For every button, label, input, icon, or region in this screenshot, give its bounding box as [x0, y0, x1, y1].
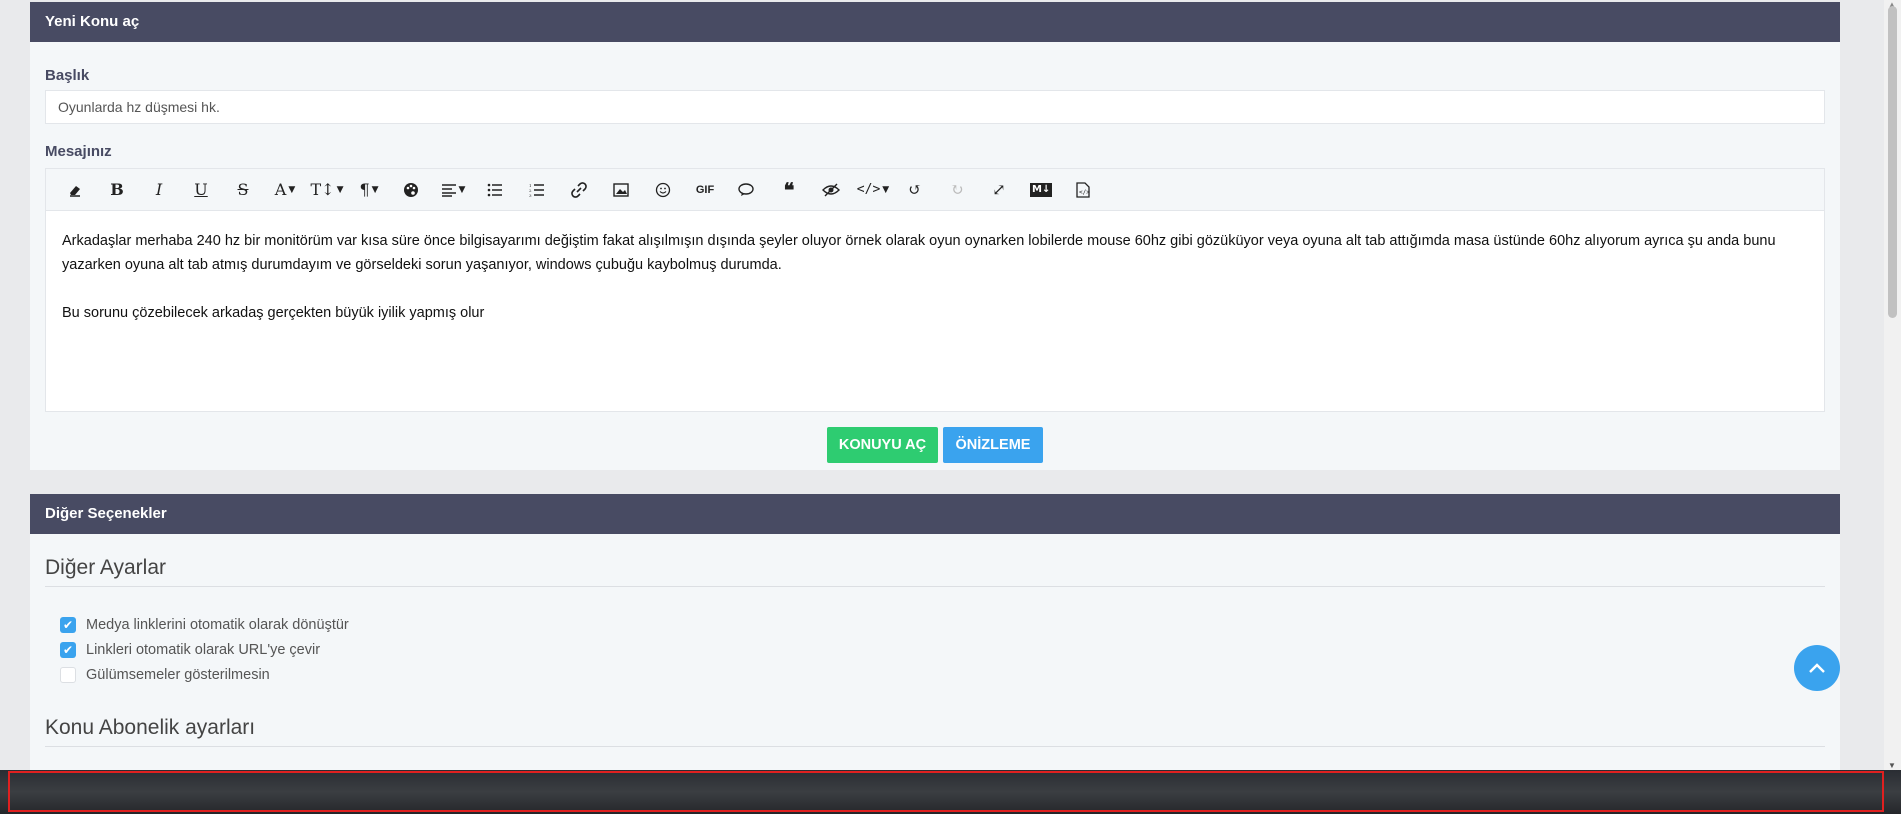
editor-toolbar: B I U S A ▼ T↕ ▼ ¶ ▼ ▼ 123 GIF ❝ </> ▼ ↺… [46, 169, 1824, 211]
numbered-list-icon[interactable]: 123 [516, 175, 558, 205]
new-topic-panel: Yeni Konu aç Başlık Mesajınız B I U S A▼… [30, 2, 1840, 470]
image-icon[interactable] [600, 175, 642, 205]
checkbox-label: Gülümsemeler gösterilmesin [86, 667, 270, 683]
other-options-panel: Diğer Seçenekler Diğer Ayarlar ✔ Medya l… [30, 494, 1840, 770]
submit-topic-button[interactable]: KONUYU AÇ [827, 427, 938, 463]
check-icon[interactable]: ✔ [60, 642, 76, 658]
palette-icon[interactable] [390, 175, 432, 205]
subscription-settings-title: Konu Abonelik ayarları [45, 716, 1825, 747]
page-scrollbar[interactable]: ▲ ▼ [1884, 0, 1901, 770]
scrollbar-thumb[interactable] [1888, 6, 1897, 318]
title-input[interactable] [45, 90, 1825, 124]
gif-icon[interactable]: GIF [684, 175, 726, 205]
message-paragraph: Bu sorunu çözebilecek arkadaş gerçekten … [62, 305, 485, 321]
underline-icon[interactable]: U [180, 175, 222, 205]
checkbox-label: Medya linklerini otomatik olarak dönüştü… [86, 617, 349, 633]
blockquote-icon[interactable]: ❝ [768, 175, 810, 205]
message-editor[interactable]: B I U S A ▼ T↕ ▼ ¶ ▼ ▼ 123 GIF ❝ </> ▼ ↺… [45, 168, 1825, 412]
check-icon[interactable]: ✔ [60, 617, 76, 633]
undo-icon[interactable]: ↺ [894, 175, 936, 205]
fullscreen-icon[interactable]: ⤢ [978, 175, 1020, 205]
message-label: Mesajınız [45, 143, 112, 160]
bold-icon[interactable]: B [96, 175, 138, 205]
svg-text:3: 3 [529, 193, 532, 197]
italic-icon[interactable]: I [138, 175, 180, 205]
preview-button[interactable]: ÖNİZLEME [943, 427, 1043, 463]
eraser-icon[interactable] [54, 175, 96, 205]
strikethrough-icon[interactable]: S [222, 175, 264, 205]
source-icon[interactable]: </> [1062, 175, 1104, 205]
scroll-to-top-button[interactable] [1794, 645, 1840, 691]
checkbox-disable-smilies[interactable]: Gülümsemeler gösterilmesin [60, 667, 270, 683]
editor-content[interactable]: Arkadaşlar merhaba 240 hz bir monitörüm … [46, 211, 1824, 343]
code-icon[interactable]: </> ▼ [852, 175, 894, 205]
other-settings-title: Diğer Ayarlar [45, 556, 1825, 587]
chevron-up-icon [1809, 663, 1825, 673]
emoji-icon[interactable] [642, 175, 684, 205]
font-icon[interactable]: A ▼ [264, 175, 306, 205]
scroll-down-arrow-icon[interactable]: ▼ [1888, 761, 1896, 770]
checkbox-box[interactable] [60, 667, 76, 683]
bullet-list-icon[interactable] [474, 175, 516, 205]
redo-icon[interactable]: ↻ [936, 175, 978, 205]
checkbox-media-links[interactable]: ✔ Medya linklerini otomatik olarak dönüş… [60, 617, 349, 633]
other-options-header: Diğer Seçenekler [30, 494, 1840, 534]
message-paragraph: Arkadaşlar merhaba 240 hz bir monitörüm … [62, 233, 1776, 273]
svg-text:</>: </> [1079, 189, 1090, 196]
markdown-icon[interactable]: M↓ [1030, 182, 1053, 197]
font-size-icon[interactable]: T↕ ▼ [306, 175, 348, 205]
align-icon[interactable]: ▼ [432, 175, 474, 205]
checkbox-auto-url[interactable]: ✔ Linkleri otomatik olarak URL'ye çevir [60, 642, 320, 658]
new-topic-header: Yeni Konu aç [30, 2, 1840, 42]
quote-bubble-icon[interactable] [726, 175, 768, 205]
link-icon[interactable] [558, 175, 600, 205]
title-label: Başlık [45, 67, 90, 84]
checkbox-label: Linkleri otomatik olarak URL'ye çevir [86, 642, 321, 658]
hide-icon[interactable] [810, 175, 852, 205]
highlight-box [8, 771, 1884, 812]
paragraph-icon[interactable]: ¶ ▼ [348, 175, 390, 205]
